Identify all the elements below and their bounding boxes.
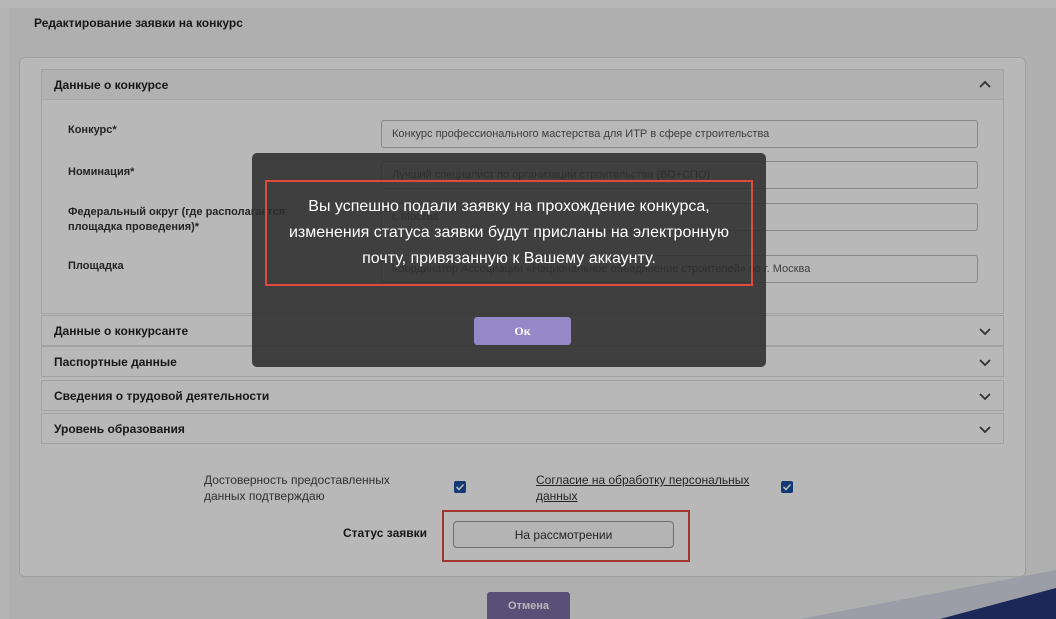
modal-message: Вы успешно подали заявку на прохождение … xyxy=(265,180,753,286)
ok-button[interactable]: Ок xyxy=(474,317,571,345)
success-modal: Вы успешно подали заявку на прохождение … xyxy=(252,153,766,367)
